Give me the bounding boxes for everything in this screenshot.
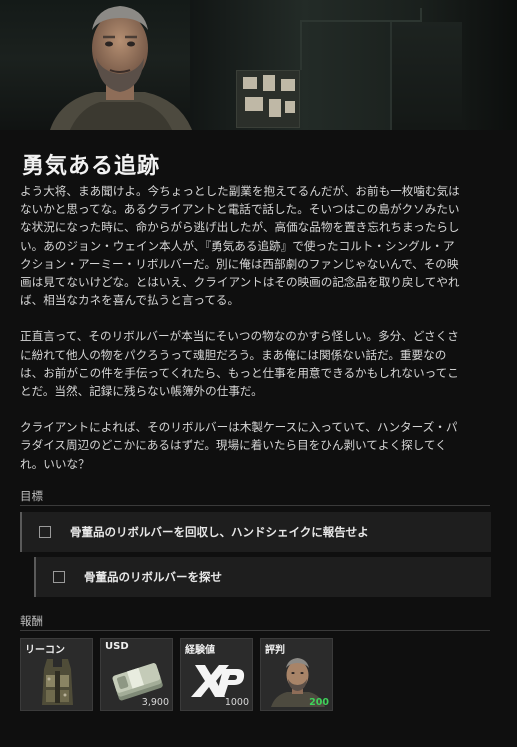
wall-pipe [300,20,302,70]
reward-tile-recon[interactable]: リーコン [20,638,93,711]
reward-value: 1000 [224,697,249,708]
mission-header-image [0,0,517,130]
description-paragraph: よう大将、まあ聞けよ。今ちょっとした副業を抱えてるんだが、お前も一枚噛む気は な… [20,184,460,308]
objective-main[interactable]: 骨董品のリボルバーを回収し、ハンドシェイクに報告せよ [20,512,491,552]
description-paragraph: 正直言って、そのリボルバーが本当にそいつの物なのかすら怪しい。多分、どさくさ に… [20,329,459,399]
description-paragraph: クライアントによれば、そのリボルバーは木製ケースに入っていて、ハンターズ・パ ラ… [20,420,458,471]
reward-label: 評判 [265,645,285,656]
rewards-divider [20,630,490,631]
mission-title: 勇気ある追跡 [22,154,161,179]
reward-label: リーコン [25,645,65,656]
rewards-heading: 報酬 [20,614,43,628]
cork-board [236,70,300,128]
reward-value: 200 [309,697,329,708]
background-door [390,22,462,130]
tactical-vest-icon [29,655,86,707]
mission-description: よう大将、まあ聞けよ。今ちょっとした副業を抱えてるんだが、お前も一枚噛む気は な… [20,182,506,491]
objectives-heading: 目標 [20,489,43,503]
objectives-divider [20,505,490,506]
reward-tile-xp[interactable]: 経験値 1000 [180,638,253,711]
mission-briefing-panel: 勇気ある追跡 よう大将、まあ聞けよ。今ちょっとした副業を抱えてるんだが、お前も一… [0,0,517,747]
reward-label: USD [105,641,129,652]
reward-label: 経験値 [185,645,215,656]
objective-sub[interactable]: 骨董品のリボルバーを探せ [34,557,491,597]
objective-label: 骨董品のリボルバーを回収し、ハンドシェイクに報告せよ [70,525,369,539]
reward-tile-reputation[interactable]: 評判 200 [260,638,333,711]
objective-checkbox[interactable] [53,571,65,583]
reward-value: 3,900 [141,697,169,708]
handshake-portrait [40,0,200,130]
objective-label: 骨董品のリボルバーを探せ [84,570,222,584]
objective-checkbox[interactable] [39,526,51,538]
reward-tile-usd[interactable]: USD 3,900 [100,638,173,711]
